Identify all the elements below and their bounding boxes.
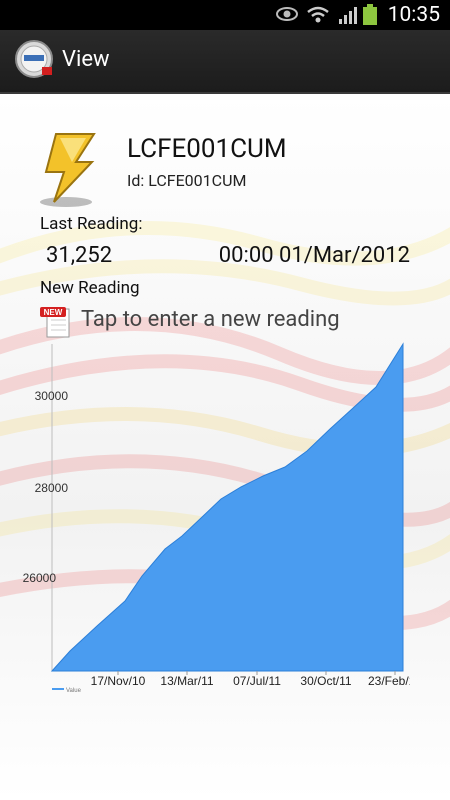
- meter-id: Id: LCFE001CUM: [127, 171, 247, 190]
- x-tick-label: 07/Jul/11: [233, 674, 281, 688]
- x-tick-label: 30/Oct/11: [300, 674, 351, 688]
- app-meter-icon[interactable]: [14, 39, 56, 81]
- eye-icon: [276, 7, 298, 21]
- status-bar: 10:35: [0, 0, 450, 30]
- new-reading-button[interactable]: Tap to enter a new reading: [81, 307, 340, 332]
- meter-view: LCFE001CUM Id: LCFE001CUM Last Reading: …: [0, 94, 450, 800]
- meter-name: LCFE001CUM: [127, 134, 287, 164]
- y-tick-label: 28000: [35, 481, 69, 495]
- legend-label: Value: [66, 688, 82, 694]
- x-tick-label: 17/Nov/10: [91, 674, 146, 688]
- battery-icon: [363, 4, 377, 25]
- last-reading-datetime: 00:00 01/Mar/2012: [218, 243, 410, 268]
- y-tick-label: 26000: [23, 571, 57, 585]
- signal-icon: [339, 7, 357, 24]
- lightning-icon: [40, 133, 96, 207]
- x-tick-label: 23/Feb/12: [368, 674, 422, 688]
- new-reading-label: New Reading: [40, 278, 140, 298]
- area-series: [50, 342, 404, 672]
- x-tick-label: 13/Mar/11: [160, 674, 213, 688]
- clock: 10:35: [387, 3, 440, 27]
- last-reading-value: 31,252: [46, 243, 113, 268]
- new-document-icon[interactable]: NEW: [40, 306, 74, 338]
- screen-title: View: [62, 47, 110, 72]
- new-badge: NEW: [44, 308, 63, 317]
- y-tick-label: 30000: [35, 389, 69, 403]
- wifi-icon: [307, 6, 329, 23]
- action-bar: View: [0, 30, 450, 94]
- last-reading-label: Last Reading:: [40, 214, 143, 234]
- reading-chart: 26000 28000 30000 17/Nov/10 13/Mar/11 07…: [23, 342, 422, 694]
- chart-legend: Value: [52, 688, 82, 694]
